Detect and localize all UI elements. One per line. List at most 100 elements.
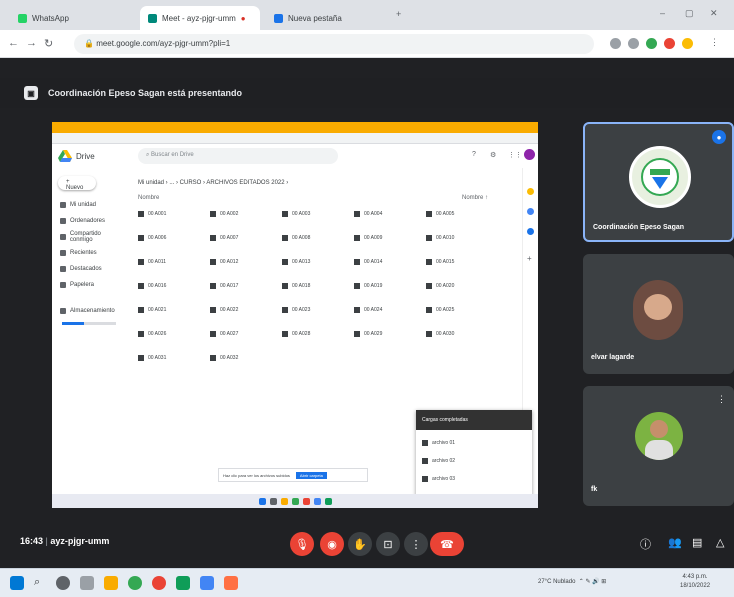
extension-icon[interactable] <box>610 38 621 49</box>
extension-icon[interactable] <box>628 38 639 49</box>
file-item[interactable]: 00 A029 <box>354 328 416 340</box>
file-item[interactable]: 00 A030 <box>426 328 488 340</box>
file-item[interactable]: 00 A018 <box>282 280 344 292</box>
file-item[interactable]: 00 A007 <box>210 232 272 244</box>
system-tray[interactable]: 27°C Nublado ⌃ ✎ 🔊 ⊞ <box>538 578 606 585</box>
mic-toggle-button[interactable]: 🎙 <box>290 532 314 556</box>
sort-control[interactable]: Nombre ↑ <box>462 195 488 201</box>
sidebar-label: Mi unidad <box>70 202 97 208</box>
app-icon[interactable] <box>176 576 190 590</box>
file-item[interactable]: 00 A012 <box>210 256 272 268</box>
file-item[interactable]: 00 A014 <box>354 256 416 268</box>
file-explorer-icon[interactable] <box>104 576 118 590</box>
sidebar-item-recent[interactable]: Recientes <box>60 246 124 260</box>
present-button[interactable]: ⊡ <box>376 532 400 556</box>
app-icon[interactable] <box>200 576 214 590</box>
file-item[interactable]: 00 A001 <box>138 208 200 220</box>
windows-start-icon[interactable] <box>10 576 24 590</box>
extension-icon[interactable] <box>646 38 657 49</box>
participant-tile[interactable]: ⋮ fk <box>583 386 734 506</box>
file-item[interactable]: 00 A006 <box>138 232 200 244</box>
file-item[interactable]: 00 A013 <box>282 256 344 268</box>
activities-icon[interactable]: △ <box>716 536 724 549</box>
file-item[interactable]: 00 A032 <box>210 352 272 364</box>
account-avatar[interactable] <box>524 149 535 160</box>
chrome-icon[interactable] <box>128 576 142 590</box>
back-icon[interactable]: ← <box>8 37 19 49</box>
file-item[interactable]: 00 A028 <box>282 328 344 340</box>
raise-hand-button[interactable]: ✋ <box>348 532 372 556</box>
participant-tile[interactable]: elvar lagarde <box>583 254 734 374</box>
extension-icon[interactable] <box>664 38 675 49</box>
minimize-icon[interactable]: – <box>660 8 665 18</box>
file-item[interactable]: 00 A027 <box>210 328 272 340</box>
more-options-button[interactable]: ⋮ <box>404 532 428 556</box>
file-item[interactable]: 00 A005 <box>426 208 488 220</box>
snackbar-action-button[interactable]: Abrir carpeta <box>295 471 327 479</box>
sidebar-item-computers[interactable]: Ordenadores <box>60 214 124 228</box>
file-item[interactable]: 00 A009 <box>354 232 416 244</box>
file-item[interactable]: 00 A020 <box>426 280 488 292</box>
kebab-menu-icon[interactable]: ⋮ <box>710 37 719 48</box>
file-item[interactable]: 00 A002 <box>210 208 272 220</box>
drive-search-input[interactable]: ⌕ Buscar en Drive <box>138 148 338 164</box>
file-item[interactable]: 00 A019 <box>354 280 416 292</box>
sidebar-item-storage[interactable]: Almacenamiento <box>60 304 124 318</box>
settings-icon[interactable]: ⚙ <box>490 151 496 159</box>
contacts-icon[interactable] <box>527 228 534 235</box>
upload-row[interactable]: archivo 02 <box>422 454 526 468</box>
file-item[interactable]: 00 A008 <box>282 232 344 244</box>
apps-grid-icon[interactable]: ⋮⋮ <box>508 151 522 159</box>
leave-call-button[interactable]: ☎ <box>430 532 464 556</box>
new-button[interactable]: + Nuevo <box>58 176 96 191</box>
file-item[interactable]: 00 A022 <box>210 304 272 316</box>
upload-row[interactable]: archivo 01 <box>422 436 526 450</box>
cortana-icon[interactable] <box>56 576 70 590</box>
keep-icon[interactable] <box>527 188 534 195</box>
new-tab-plus-icon[interactable]: + <box>396 9 401 19</box>
chat-icon[interactable]: ▤ <box>692 536 702 549</box>
reload-icon[interactable]: ↻ <box>44 37 53 50</box>
participant-tile[interactable]: ● Coordinación Epeso Sagan <box>583 122 734 242</box>
file-item[interactable]: 00 A031 <box>138 352 200 364</box>
profile-avatar-icon[interactable] <box>682 38 693 49</box>
taskbar-clock[interactable]: 4:43 p.m. 18/10/2022 <box>680 573 710 591</box>
sidebar-item-shared[interactable]: Compartido conmigo <box>60 230 124 244</box>
file-item[interactable]: 00 A017 <box>210 280 272 292</box>
forward-icon[interactable]: → <box>26 37 37 49</box>
address-bar[interactable]: 🔒 meet.google.com/ayz-pjgr-umm?pli=1 <box>74 34 594 54</box>
close-window-icon[interactable]: ✕ <box>710 8 718 19</box>
help-icon[interactable]: ? <box>472 151 476 158</box>
app-icon[interactable] <box>224 576 238 590</box>
sidebar-item-starred[interactable]: Destacados <box>60 262 124 276</box>
file-item[interactable]: 00 A010 <box>426 232 488 244</box>
tab-new[interactable]: Nueva pestaña <box>266 6 386 30</box>
file-item[interactable]: 00 A015 <box>426 256 488 268</box>
file-item[interactable]: 00 A003 <box>282 208 344 220</box>
file-item[interactable]: 00 A004 <box>354 208 416 220</box>
tab-meet[interactable]: Meet - ayz-pjgr-umm ● <box>140 6 260 30</box>
file-item[interactable]: 00 A023 <box>282 304 344 316</box>
info-icon[interactable]: ⓘ <box>640 536 651 552</box>
file-item[interactable]: 00 A026 <box>138 328 200 340</box>
breadcrumb[interactable]: Mi unidad › ... › CURSO › ARCHIVOS EDITA… <box>138 180 288 186</box>
file-item[interactable]: 00 A016 <box>138 280 200 292</box>
tab-whatsapp[interactable]: WhatsApp <box>10 6 120 30</box>
file-item[interactable]: 00 A025 <box>426 304 488 316</box>
file-name: 00 A008 <box>292 235 311 241</box>
search-icon[interactable]: ⌕ <box>34 576 40 589</box>
upload-row[interactable]: archivo 03 <box>422 472 526 486</box>
maximize-icon[interactable]: ▢ <box>685 8 694 19</box>
task-view-icon[interactable] <box>80 576 94 590</box>
tasks-icon[interactable] <box>527 208 534 215</box>
file-item[interactable]: 00 A011 <box>138 256 200 268</box>
file-item[interactable]: 00 A021 <box>138 304 200 316</box>
sidebar-item-trash[interactable]: Papelera <box>60 278 124 292</box>
column-header-name[interactable]: Nombre <box>138 195 159 201</box>
camera-toggle-button[interactable]: ◉ <box>320 532 344 556</box>
file-item[interactable]: 00 A024 <box>354 304 416 316</box>
add-icon[interactable]: + <box>527 254 532 263</box>
app-icon[interactable] <box>152 576 166 590</box>
sidebar-item-my-drive[interactable]: Mi unidad <box>60 198 124 212</box>
people-icon[interactable]: 👥 <box>668 536 682 549</box>
